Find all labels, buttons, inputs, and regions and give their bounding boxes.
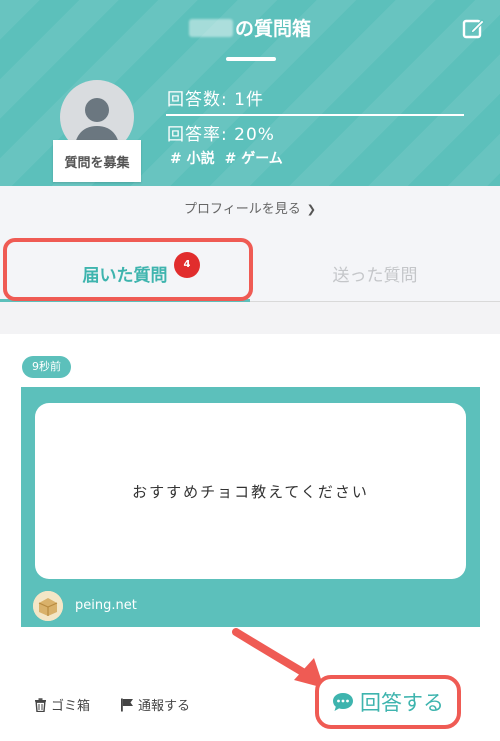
stats-divider [166,114,464,116]
flag-icon [121,698,133,711]
tag-novel[interactable]: # 小説 [170,151,215,167]
tag-list: # 小説 # ゲーム [170,148,293,168]
view-profile-link[interactable]: プロフィールを見る ❯ [0,186,500,234]
trash-icon [35,697,46,712]
title-underline [226,57,276,61]
report-button[interactable]: 通報する [120,695,190,714]
profile-header: の質問箱 質問を募集 回答数: 1件 回答率: 20% # 小説 # ゲーム [0,0,500,186]
tag-game[interactable]: # ゲーム [225,151,283,167]
trash-button[interactable]: ゴミ箱 [34,695,90,714]
page-title-text: の質問箱 [234,18,311,40]
report-label: 通報する [138,699,191,714]
speech-bubble-icon [333,693,353,711]
tab-highlight-frame [3,238,253,301]
blurred-username [188,19,233,37]
tab-sent[interactable]: 送った質問 [250,234,500,302]
answer-count: 回答数: 1件 [167,90,264,110]
source-label: peing.net [75,598,137,613]
recruit-questions-button[interactable]: 質問を募集 [53,140,141,182]
page-title: の質問箱 [0,14,500,44]
view-profile-label: プロフィールを見る [184,202,301,217]
edit-icon[interactable] [462,16,486,40]
question-body: おすすめチョコ教えてください [35,403,466,579]
question-text: おすすめチョコ教えてください [132,482,369,501]
question-timestamp: 9秒前 [22,356,71,378]
answer-button[interactable]: 回答する [315,675,461,729]
peing-logo-icon [33,591,63,621]
chevron-down-icon: ❯ [306,203,316,216]
trash-label: ゴミ箱 [51,699,91,714]
answer-label: 回答する [360,691,444,715]
answer-rate: 回答率: 20% [167,125,275,145]
